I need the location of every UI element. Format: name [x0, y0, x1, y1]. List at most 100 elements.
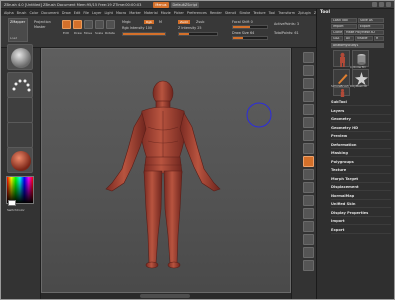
menu-item-texture[interactable]: Texture [253, 11, 265, 15]
export-button[interactable]: Export [358, 24, 384, 29]
spix-icon[interactable] [303, 65, 314, 76]
material-thumbnail[interactable] [7, 147, 33, 173]
ghost-icon[interactable] [303, 260, 314, 271]
persp-icon[interactable] [303, 130, 314, 141]
visible-button[interactable]: Visible [355, 36, 373, 41]
menu-item-zplugin[interactable]: Zplugin [298, 11, 311, 15]
frame-icon[interactable] [303, 182, 314, 193]
close-icon[interactable] [386, 2, 391, 7]
menu-item-transform[interactable]: Transform [278, 11, 295, 15]
scale-button[interactable] [95, 20, 104, 29]
move-view-icon[interactable] [303, 195, 314, 206]
default-zscript-button[interactable]: DefaultZScript [170, 1, 200, 8]
menu-item-edit[interactable]: Edit [74, 11, 81, 15]
z-intensity-slider[interactable] [178, 32, 218, 36]
menu-item-color[interactable]: Color [29, 11, 38, 15]
tool-section-morph-target[interactable]: Morph Target [331, 176, 391, 183]
tool-section-unified-skin[interactable]: Unified Skin [331, 201, 391, 208]
floor-icon[interactable] [303, 143, 314, 154]
menu-item-picker[interactable]: Picker [174, 11, 184, 15]
menu-item-layer[interactable]: Layer [92, 11, 101, 15]
tool-section-geometry[interactable]: Geometry [331, 116, 391, 123]
model-viewport[interactable] [42, 49, 292, 294]
tool-section-polygroups[interactable]: Polygroups [331, 159, 391, 166]
tool-section-displacement[interactable]: Displacement [331, 184, 391, 191]
tool-thumb-current[interactable] [333, 87, 350, 97]
make-polymesh-button[interactable]: Make PolyMesh3D [344, 30, 384, 35]
edit-button[interactable] [62, 20, 71, 29]
maximize-icon[interactable] [379, 2, 384, 7]
menu-item-macro[interactable]: Macro [116, 11, 126, 15]
menu-item-document[interactable]: Document [41, 11, 59, 15]
menus-button[interactable]: Menus [153, 1, 169, 8]
menu-item-tool[interactable]: Tool [269, 11, 276, 15]
menu-item-movie[interactable]: Movie [161, 11, 171, 15]
move-button[interactable] [84, 20, 93, 29]
bottom-scroll-handle[interactable] [140, 294, 190, 298]
tool-section-texture[interactable]: Texture [331, 167, 391, 174]
menu-item-draw[interactable]: Draw [62, 11, 71, 15]
tool-section-geometry-hd[interactable]: Geometry HD [331, 125, 391, 132]
goz-button[interactable]: GoZ [331, 36, 343, 41]
tool-thumb-figure[interactable] [333, 50, 350, 67]
figure-thumb-icon [340, 52, 345, 67]
menu-item-material[interactable]: Material [144, 11, 158, 15]
tool-section-subtool[interactable]: SubTool [331, 99, 391, 106]
rgb-toggle[interactable]: Rgb [144, 20, 154, 24]
alpha-thumbnail[interactable] [7, 97, 33, 123]
clone-button[interactable]: Clone [331, 30, 343, 35]
zadd-toggle[interactable]: Zadd [178, 20, 190, 24]
menu-item-file[interactable]: File [83, 11, 89, 15]
tool-section-normalmap[interactable]: NormalMap [331, 193, 391, 200]
draw-size-slider[interactable] [232, 36, 268, 40]
focal-shift-slider[interactable] [232, 25, 268, 29]
bpr-icon[interactable] [303, 52, 314, 63]
tool-section-deformation[interactable]: Deformation [331, 142, 391, 149]
brush-thumbnail[interactable] [7, 44, 33, 70]
menu-item-stencil[interactable]: Stencil [225, 11, 236, 15]
main-color-swatch[interactable] [8, 200, 16, 206]
menu-item-stroke[interactable]: Stroke [239, 11, 250, 15]
local-icon[interactable] [303, 156, 314, 167]
rotate-view-icon[interactable] [303, 221, 314, 232]
m-toggle[interactable]: M [159, 20, 162, 24]
transp-icon[interactable] [303, 247, 314, 258]
menu-item-preferences[interactable]: Preferences [187, 11, 207, 15]
stroke-thumbnail[interactable] [7, 72, 33, 98]
draw-button[interactable] [73, 20, 82, 29]
polyf-icon[interactable] [303, 234, 314, 245]
r-button[interactable]: R [374, 36, 384, 41]
texture-thumbnail[interactable] [7, 122, 33, 148]
rotate-button[interactable] [106, 20, 115, 29]
mrgb-toggle[interactable]: Mrgb [122, 20, 131, 24]
zsub-toggle[interactable]: Zsub [196, 20, 204, 24]
all-button[interactable]: All [344, 36, 354, 41]
aahalf-icon[interactable] [303, 117, 314, 128]
menu-item-marker[interactable]: Marker [129, 11, 141, 15]
current-tool-thumbnail[interactable]: ZMapper Load [8, 18, 28, 42]
menu-item-light[interactable]: Light [104, 11, 112, 15]
brush-sphere-icon [11, 48, 31, 68]
scroll-icon[interactable] [303, 78, 314, 89]
tool-section-import[interactable]: Import [331, 218, 391, 225]
load-tool-button[interactable]: Load Tool [331, 18, 357, 23]
import-button[interactable]: Import [331, 24, 357, 29]
save-as-button[interactable]: Save As [358, 18, 384, 23]
projection-master-label[interactable]: Projection [34, 20, 51, 24]
tool-section-masking[interactable]: Masking [331, 150, 391, 157]
menu-item-brush[interactable]: Brush [17, 11, 27, 15]
menu-item-alpha[interactable]: Alpha [4, 11, 14, 15]
tool-section-layers[interactable]: Layers [331, 108, 391, 115]
tool-section-export[interactable]: Export [331, 227, 391, 234]
switch-color-button[interactable]: SwitchColor [7, 208, 25, 212]
menu-item-render[interactable]: Render [210, 11, 222, 15]
xyz-icon[interactable] [303, 169, 314, 180]
tool-section-display-properties[interactable]: Display Properties [331, 210, 391, 217]
minimize-icon[interactable] [372, 2, 377, 7]
rgb-intensity-slider[interactable] [122, 32, 166, 36]
document-canvas[interactable] [41, 48, 291, 293]
zoom-icon[interactable] [303, 91, 314, 102]
scale-view-icon[interactable] [303, 208, 314, 219]
tool-section-preview[interactable]: Preview [331, 133, 391, 140]
actual-icon[interactable] [303, 104, 314, 115]
